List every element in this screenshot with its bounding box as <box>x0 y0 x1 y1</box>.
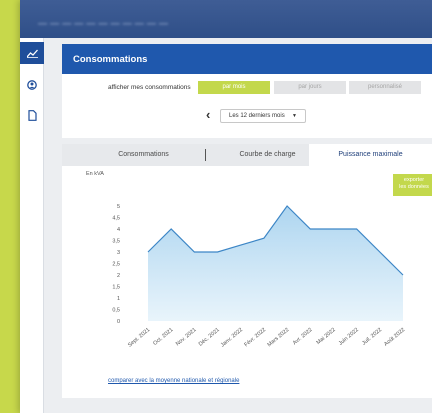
filter-custom-button[interactable]: personnalisé <box>349 81 421 94</box>
y-tick-label: 3 <box>117 250 120 256</box>
x-tick-label: Juin 2022 <box>338 327 360 347</box>
page-title: Consommations <box>62 44 432 74</box>
x-tick-label: Janv. 2022 <box>220 327 244 349</box>
tab-bar: Consommations Courbe de charge Puissance… <box>62 144 432 166</box>
compare-average-link[interactable]: comparer avec la moyenne nationale et ré… <box>108 378 239 384</box>
y-tick-label: 0 <box>117 319 120 325</box>
tab-consumption[interactable]: Consommations <box>82 144 205 166</box>
sidebar-item-consumption[interactable] <box>20 42 44 64</box>
x-tick-label: Avr. 2022 <box>292 327 314 346</box>
period-select[interactable]: Les 12 derniers mois ▼ <box>220 109 306 123</box>
user-icon <box>27 80 37 90</box>
y-tick-label: 1 <box>117 296 120 302</box>
filter-per-month-button[interactable]: par mois <box>198 81 270 94</box>
chevron-down-icon: ▼ <box>292 113 297 119</box>
x-tick-label: Sept. 2021 <box>127 327 151 349</box>
tab-max-power[interactable]: Puissance maximale <box>309 144 432 166</box>
x-tick-label: Févr. 2022 <box>243 327 267 348</box>
y-tick-label: 3,5 <box>112 239 120 245</box>
x-tick-label: Mai 2022 <box>316 327 337 346</box>
filter-panel: afficher mes consommations par mois par … <box>62 74 432 138</box>
chart-panel: En kVA exporter les données 0 0,5 1 1,5 2 2,5… <box>62 166 432 398</box>
y-tick-label: 4,5 <box>112 216 120 222</box>
chevron-left-icon[interactable]: ‹ <box>206 108 216 121</box>
filter-label: afficher mes consommations <box>108 84 191 91</box>
top-bar: — — — — — — — — — — — <box>20 0 432 38</box>
y-tick-label: 0,5 <box>112 308 120 314</box>
y-tick-label: 2 <box>117 273 120 279</box>
x-tick-label: Nov. 2021 <box>175 327 198 347</box>
sidebar-item-documents[interactable] <box>20 104 44 126</box>
document-icon <box>27 109 37 121</box>
sidebar-item-account[interactable] <box>20 74 44 96</box>
max-power-chart: 0 0,5 1 1,5 2 2,5 3 3,5 4 4,5 5 Sept. 2021 Oct. 2021… <box>112 204 406 349</box>
app-window: — — — — — — — — — — — Consommations affi… <box>20 0 432 413</box>
x-tick-label: Juil. 2022 <box>361 327 383 347</box>
x-tick-label: Août 2022 <box>383 327 406 348</box>
y-tick-label: 1,5 <box>112 285 120 291</box>
y-tick-label: 5 <box>117 204 120 210</box>
window-title: — — — — — — — — — — — <box>38 18 169 28</box>
sidebar <box>20 38 44 413</box>
series-area <box>148 206 403 321</box>
filter-per-day-button[interactable]: par jours <box>274 81 346 94</box>
y-tick-label: 4 <box>117 227 120 233</box>
x-tick-label: Déc. 2021 <box>198 327 221 348</box>
x-tick-label: Mars 2022 <box>267 327 291 348</box>
chart-line-icon <box>26 49 38 58</box>
x-tick-label: Oct. 2021 <box>152 327 174 347</box>
period-select-value: Les 12 derniers mois <box>229 113 285 119</box>
y-tick-label: 2,5 <box>112 262 120 268</box>
